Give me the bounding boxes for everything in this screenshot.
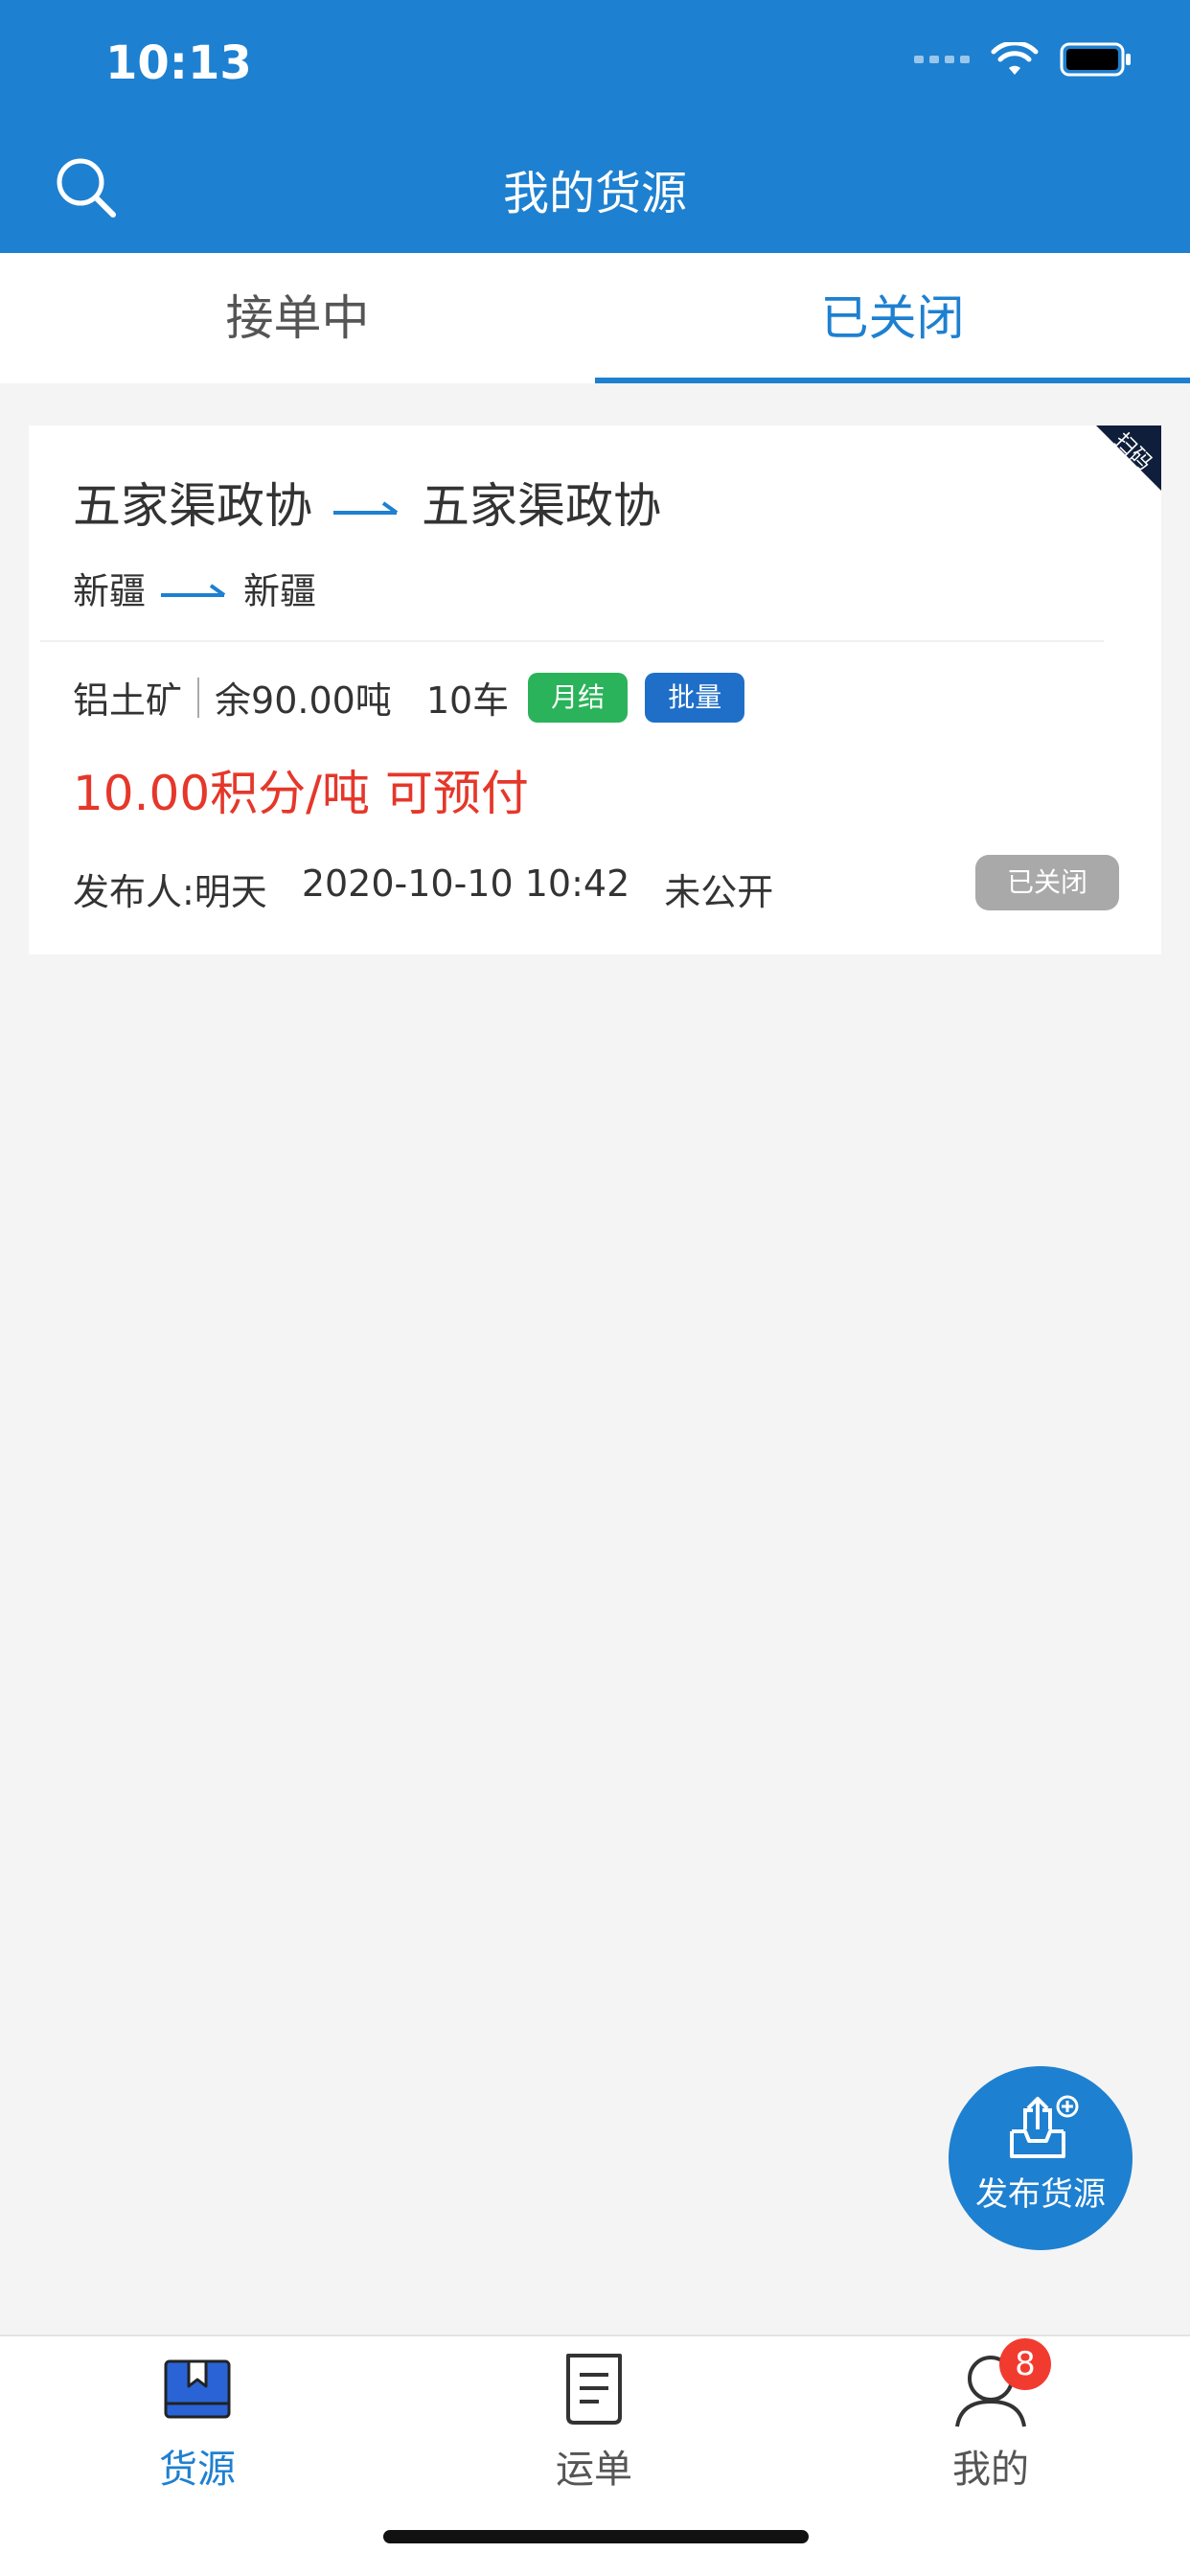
card-divider xyxy=(40,640,1104,642)
region-arrow-icon xyxy=(161,567,228,610)
cellular-signal-icon xyxy=(914,56,970,63)
badge-monthly: 月结 xyxy=(528,672,629,723)
home-indicator[interactable] xyxy=(383,2530,809,2543)
status-time: 10:13 xyxy=(105,36,252,90)
nav-mine[interactable]: 8 我的 xyxy=(895,2338,1087,2494)
from-place: 五家渠政协 xyxy=(73,478,312,534)
tab-accepting[interactable]: 接单中 xyxy=(0,253,595,383)
cargo-cars: 10车 xyxy=(425,679,510,722)
price-text: 10.00积分/吨 可预付 xyxy=(73,766,529,821)
publish-datetime: 2020-10-10 10:42 xyxy=(301,862,630,905)
nav-waybill-label: 运单 xyxy=(556,2448,632,2492)
publisher: 发布人:明天 xyxy=(73,871,267,913)
tab-bar: 接单中 已关闭 xyxy=(0,253,1190,383)
nav-cargo-label: 货源 xyxy=(159,2448,236,2492)
notification-badge: 8 xyxy=(999,2338,1051,2390)
card-footer: 发布人:明天 2020-10-10 10:42 未公开 xyxy=(73,862,773,915)
meta-separator xyxy=(197,677,200,718)
nav-mine-label: 我的 xyxy=(952,2448,1029,2492)
cargo-box-icon xyxy=(154,2346,240,2432)
from-region: 新疆 xyxy=(73,570,147,612)
route-arrow-icon xyxy=(333,474,400,530)
publish-cargo-label: 发布货源 xyxy=(975,2175,1106,2214)
status-bar: 10:13 xyxy=(0,0,1190,134)
tab-closed[interactable]: 已关闭 xyxy=(595,253,1190,383)
user-icon: 8 xyxy=(948,2338,1051,2432)
battery-icon xyxy=(1060,42,1133,77)
status-icons xyxy=(914,42,1133,77)
page-title: 我的货源 xyxy=(502,167,687,220)
cargo-type: 铝土矿 xyxy=(73,679,183,722)
status-badge: 已关闭 xyxy=(975,855,1119,910)
route-places: 五家渠政协 五家渠政协 xyxy=(73,468,661,537)
cargo-meta: 铝土矿 余90.00吨 10车 月结 批量 xyxy=(73,671,745,724)
cargo-remaining: 余90.00吨 xyxy=(215,679,392,722)
nav-cargo[interactable]: 货源 xyxy=(102,2346,293,2494)
badge-bulk: 批量 xyxy=(645,672,745,723)
wifi-icon xyxy=(991,42,1039,77)
cargo-card[interactable]: 扫码 五家渠政协 五家渠政协 新疆 新疆 铝土矿 余90.00吨 10车 月结 … xyxy=(29,426,1161,954)
document-icon xyxy=(551,2346,637,2432)
to-region: 新疆 xyxy=(243,570,317,612)
nav-waybill[interactable]: 运单 xyxy=(498,2346,690,2494)
app-header: 10:13 我的货源 xyxy=(0,0,1190,253)
publish-cargo-button[interactable]: 发布货源 xyxy=(949,2066,1133,2250)
route-regions: 新疆 新疆 xyxy=(73,562,316,614)
to-place: 五家渠政协 xyxy=(422,478,661,534)
visibility: 未公开 xyxy=(664,871,774,913)
publish-icon xyxy=(1010,2095,1079,2158)
